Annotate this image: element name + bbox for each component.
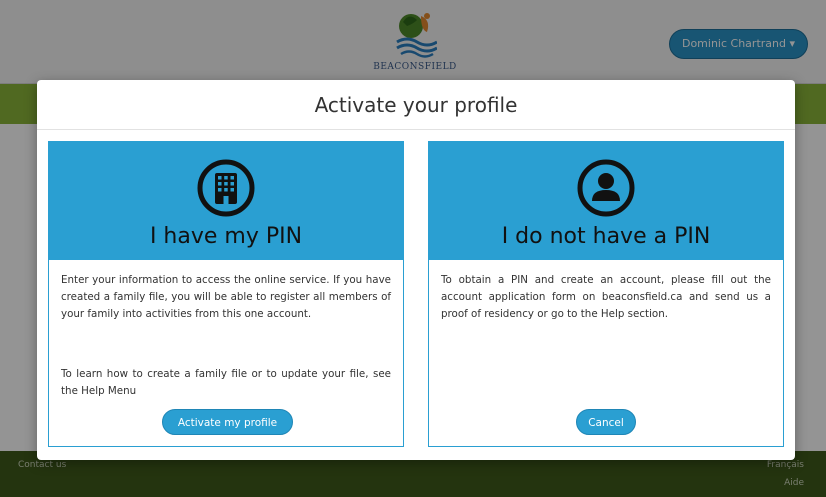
card-heading: I do not have a PIN — [501, 224, 711, 249]
user-icon — [577, 159, 635, 217]
card-help-text: To learn how to create a family file or … — [61, 368, 391, 397]
activate-profile-modal: Activate your profile I have my PIN Ente… — [37, 80, 795, 460]
activate-profile-button[interactable]: Activate my profile — [162, 409, 293, 435]
have-pin-card: I have my PIN Enter your information to … — [48, 141, 404, 447]
no-pin-card: I do not have a PIN To obtain a PIN and … — [428, 141, 784, 447]
modal-title: Activate your profile — [37, 80, 795, 130]
card-header: I do not have a PIN — [429, 142, 783, 260]
building-icon — [197, 159, 255, 217]
card-heading: I have my PIN — [149, 224, 303, 249]
card-description: To obtain a PIN and create an account, p… — [441, 274, 771, 320]
card-description: Enter your information to access the onl… — [61, 274, 391, 320]
cancel-button[interactable]: Cancel — [576, 409, 636, 435]
card-header: I have my PIN — [49, 142, 403, 260]
